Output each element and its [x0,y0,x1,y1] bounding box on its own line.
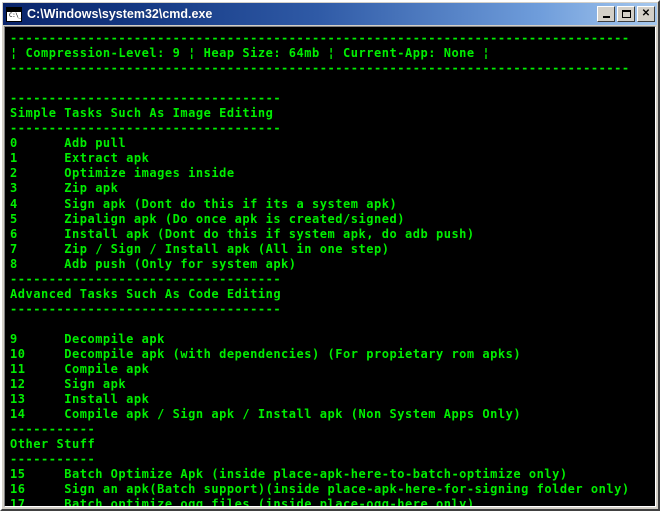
maximize-icon [618,7,634,21]
icon-prompt-glyph: C:\_ [9,11,22,19]
console-line: ¦ Compression-Level: 9 ¦ Heap Size: 64mb… [10,46,491,61]
console-line: 17 Batch optimize ogg files (inside plac… [10,497,475,506]
minimize-button[interactable] [597,6,615,22]
console-client-area[interactable]: ----------------------------------------… [4,26,656,507]
icon-title-bar-stripe [7,7,21,12]
console-line: ----------------------------------- [10,121,282,136]
console-line: 1 Extract apk [10,151,150,166]
console-line: ----------------------------------- [10,91,282,106]
console-line: Simple Tasks Such As Image Editing [10,106,274,121]
console-line: 2 Optimize images inside [10,166,235,181]
console-line: 15 Batch Optimize Apk (inside place-apk-… [10,467,568,482]
console-line: ----------- [10,452,96,467]
console-line: ----------------------------------- [10,271,282,286]
cmd-console-icon: C:\_ [6,6,22,22]
console-line: ----------------------------------- [10,301,282,316]
console-line: 6 Install apk (Dont do this if system ap… [10,226,475,241]
console-line: 8 Adb push (Only for system apk) [10,256,297,271]
console-output[interactable]: ----------------------------------------… [5,27,655,506]
cmd-window: C:\_ C:\Windows\system32\cmd.exe ✕ -----… [0,0,660,511]
console-line: 7 Zip / Sign / Install apk (All in one s… [10,241,390,256]
title-bar[interactable]: C:\_ C:\Windows\system32\cmd.exe ✕ [3,3,657,25]
console-line: 11 Compile apk [10,362,150,377]
console-line: Other Stuff [10,437,96,452]
console-line: 10 Decompile apk (with dependencies) (Fo… [10,346,522,361]
console-line: 16 Sign an apk(Batch support)(inside pla… [10,482,630,497]
minimize-icon [598,7,614,21]
console-line: 13 Install apk [10,392,150,407]
console-line: 14 Compile apk / Sign apk / Install apk … [10,407,522,422]
close-icon: ✕ [641,8,651,19]
console-line: 4 Sign apk (Dont do this if its a system… [10,196,398,211]
window-title: C:\Windows\system32\cmd.exe [27,7,213,21]
close-button[interactable]: ✕ [637,6,655,22]
console-line: Advanced Tasks Such As Code Editing [10,286,282,301]
console-line: ----------------------------------------… [10,61,630,76]
console-line: 9 Decompile apk [10,331,165,346]
maximize-button[interactable] [617,6,635,22]
console-line: 0 Adb pull [10,136,127,151]
console-line: 3 Zip apk [10,181,119,196]
console-line: ----------------------------------------… [10,31,630,45]
console-line: ----------- [10,422,96,437]
window-controls: ✕ [597,6,655,22]
console-line: 5 Zipalign apk (Do once apk is created/s… [10,211,405,226]
console-line: 12 Sign apk [10,377,127,392]
